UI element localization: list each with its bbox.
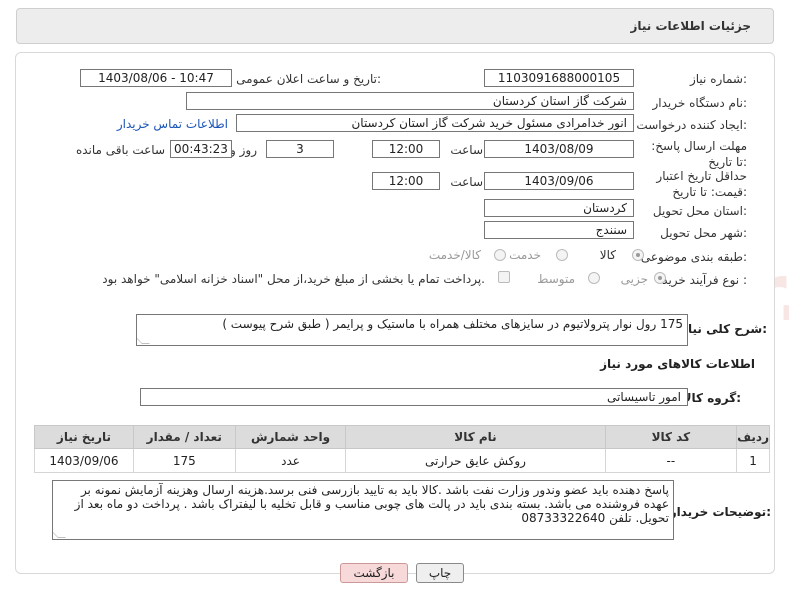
category-radio-goods[interactable] [632,249,644,261]
province-label: استان محل تحویل: [652,204,747,218]
cell-code: -- [604,448,738,473]
cell-row-number: 1 [736,448,770,473]
cell-quantity: 175 [132,448,236,473]
table-row[interactable]: 1 -- روکش عایق حرارتی عدد 175 1403/09/06 [34,448,770,473]
price-validity-date-field: 1403/09/06 [484,172,634,190]
reply-deadline-time-label: ساعت [450,143,483,157]
category-option-goods-service: کالا/خدمت [428,248,481,262]
buyer-contact-link[interactable]: اطلاعات تماس خریدار [117,117,228,131]
announce-datetime-label: تاریخ و ساعت اعلان عمومی: [236,72,381,86]
need-number-label: شماره نیاز: [689,72,747,86]
province-field: کردستان [484,199,634,217]
buyer-notes-field: پاسخ دهنده باید عضو وندور وزارت نفت باشد… [52,480,674,540]
price-validity-time-label: ساعت [450,175,483,189]
buyer-notes-text: پاسخ دهنده باید عضو وندور وزارت نفت باشد… [74,483,669,525]
goods-section-title: اطلاعات کالاهای مورد نیاز [600,357,755,371]
col-header-unit: واحد شمارش [234,425,347,449]
col-header-quantity: تعداد / مقدار [132,425,236,449]
back-button[interactable]: بازگشت [340,563,408,583]
reply-days-field: 3 [266,140,334,158]
treasury-payment-checkbox[interactable] [498,271,510,283]
goods-group-label: گروه کالا: [682,391,741,405]
process-option-medium: متوسط [537,272,575,286]
reply-deadline-date-field: 1403/08/09 [484,140,634,158]
cell-name: روکش عایق حرارتی [345,448,606,473]
page-header: جزئیات اطلاعات نیاز [16,8,774,44]
table-header-row: ردیف کد کالا نام کالا واحد شمارش تعداد /… [34,425,770,449]
col-header-code: کد کالا [604,425,738,449]
city-field: سنندج [484,221,634,239]
description-text: 175 رول نوار پترولاتیوم در سایزهای مختلف… [222,317,683,331]
reply-deadline-time-field: 12:00 [372,140,440,158]
resize-handle-icon[interactable] [137,336,150,344]
requester-label: ایجاد کننده درخواست: [636,118,747,132]
goods-group-field: امور تاسیساتی [140,388,688,406]
price-validity-label: حداقل تاریخ اعتبار قیمت: تا تاریخ: [656,169,747,199]
remaining-time-label: ساعت باقی مانده [75,143,165,157]
goods-table-wrapper: ردیف کد کالا نام کالا واحد شمارش تعداد /… [34,425,770,473]
process-option-minor: جزیی [620,272,648,286]
remaining-time-field: 00:43:23 [170,140,232,158]
price-validity-time-field: 12:00 [372,172,440,190]
need-number-field: 1103091688000105 [484,69,634,87]
cell-date: 1403/09/06 [34,448,134,473]
page-title: جزئیات اطلاعات نیاز [630,19,751,33]
buyer-org-field: شرکت گاز استان کردستان [186,92,634,110]
purchase-process-label: نوع فرآیند خرید : [662,273,747,287]
category-radio-goods-service[interactable] [494,249,506,261]
requester-field: انور خدامرادی مسئول خرید شرکت گاز استان … [236,114,634,132]
announce-datetime-field: 1403/08/06 - 10:47 [80,69,232,87]
col-header-date: تاریخ نیاز [34,425,134,449]
category-radio-service[interactable] [556,249,568,261]
treasury-payment-note: پرداخت تمام یا بخشی از مبلغ خرید،از محل … [102,272,485,286]
city-label: شهر محل تحویل: [660,226,747,240]
category-option-goods: کالا [599,248,616,262]
resize-handle-icon[interactable] [53,530,66,538]
print-button[interactable]: چاپ [416,563,464,583]
process-radio-medium[interactable] [588,272,600,284]
process-radio-minor[interactable] [654,272,666,284]
buyer-notes-label: توضیحات خریدار: [669,505,771,519]
goods-table: ردیف کد کالا نام کالا واحد شمارش تعداد /… [34,425,770,473]
category-label: طبقه بندی موضوعی: [640,250,747,264]
col-header-row-number: ردیف [736,425,770,449]
buyer-org-label: نام دستگاه خریدار: [652,96,748,110]
reply-days-label: روز و [230,143,257,157]
col-header-name: نام کالا [345,425,606,449]
description-label: شرح کلی نیاز: [681,322,767,336]
category-option-service: خدمت [509,248,541,262]
reply-deadline-label: مهلت ارسال پاسخ: تا تاریخ: [651,139,747,169]
cell-unit: عدد [234,448,347,473]
description-field: 175 رول نوار پترولاتیوم در سایزهای مختلف… [136,314,688,346]
